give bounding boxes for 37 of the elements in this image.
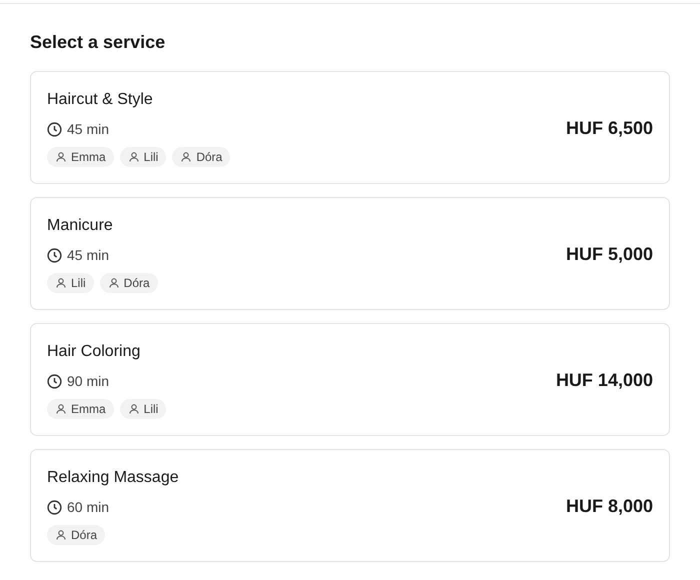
duration-text: 90 min: [67, 372, 110, 390]
clock-icon: [47, 122, 62, 136]
price-text: HUF 5,000: [566, 244, 653, 265]
person-icon: [108, 278, 119, 288]
service-card[interactable]: Hair Coloring 90 min Emma Lili HUF 14,000: [30, 323, 670, 436]
person-icon: [56, 404, 66, 414]
clock-icon: [47, 248, 62, 262]
service-name: Hair Coloring: [47, 342, 142, 362]
price-text: HUF 6,500: [566, 118, 653, 139]
staff-name: Lili: [144, 401, 158, 417]
staff-name: Dóra: [196, 149, 222, 165]
service-name: Relaxing Massage: [47, 468, 179, 488]
person-icon: [128, 152, 139, 162]
staff-name: Dóra: [124, 275, 150, 291]
person-icon: [56, 530, 66, 540]
duration-text: 60 min: [67, 498, 110, 516]
staff-name: Lili: [144, 149, 158, 165]
duration-text: 45 min: [67, 120, 110, 138]
person-icon: [128, 404, 139, 414]
price-text: HUF 14,000: [556, 370, 653, 391]
staff-name: Lili: [71, 275, 86, 291]
staff-name: Emma: [71, 401, 106, 417]
price-text: HUF 8,000: [566, 496, 653, 517]
clock-icon: [47, 500, 62, 514]
service-card[interactable]: Haircut & Style 45 min Emma Lili Dóra HUF 6,500: [30, 71, 670, 184]
service-name: Haircut & Style: [47, 90, 154, 110]
person-icon: [56, 152, 66, 162]
service-card[interactable]: Manicure 45 min Lili Dóra HUF 5,000: [30, 197, 670, 310]
staff-name: Emma: [71, 149, 106, 165]
clock-icon: [47, 374, 62, 388]
duration-text: 45 min: [67, 246, 110, 264]
person-icon: [56, 278, 66, 288]
service-name: Manicure: [47, 216, 114, 236]
section-heading: Select a service: [30, 31, 166, 54]
person-icon: [181, 152, 192, 162]
service-card[interactable]: Relaxing Massage 60 min Dóra HUF 8,000: [30, 449, 670, 562]
staff-name: Dóra: [71, 527, 98, 543]
